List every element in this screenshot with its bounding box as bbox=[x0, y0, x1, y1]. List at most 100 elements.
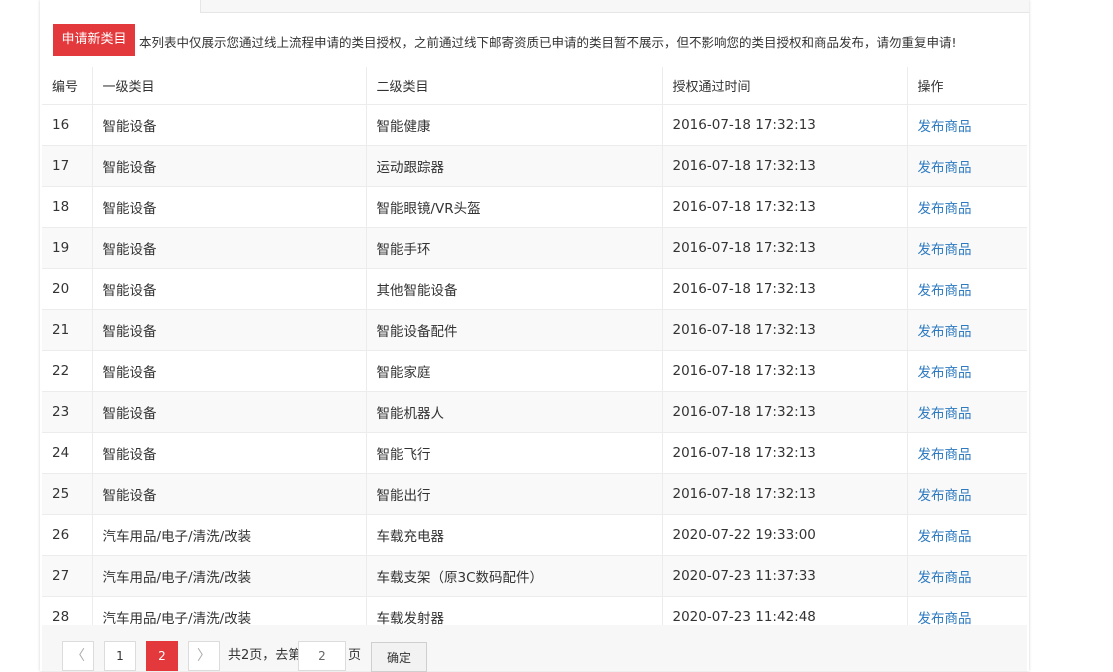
chevron-right-icon: 〉 bbox=[197, 648, 211, 664]
cell-auth-time: 2020-07-23 11:37:33 bbox=[662, 555, 908, 597]
cell-action: 发布商品 bbox=[907, 104, 1027, 146]
publish-product-link[interactable]: 发布商品 bbox=[918, 324, 972, 340]
cell-action: 发布商品 bbox=[907, 432, 1027, 474]
confirm-goto-button[interactable]: 确定 bbox=[371, 642, 427, 672]
table-row: 21 智能设备 智能设备配件 2016-07-18 17:32:13 发布商品 bbox=[42, 309, 1027, 351]
cell-id: 21 bbox=[42, 309, 93, 351]
publish-product-link[interactable]: 发布商品 bbox=[918, 447, 972, 463]
cell-category-1: 智能设备 bbox=[92, 432, 367, 474]
header-auth-time: 授权通过时间 bbox=[662, 67, 908, 105]
cell-id: 20 bbox=[42, 268, 93, 310]
category-auth-panel: 申请新类目 本列表中仅展示您通过线上流程申请的类目授权，之前通过线下邮寄资质已申… bbox=[40, 0, 1029, 672]
cell-category-2: 智能飞行 bbox=[366, 432, 663, 474]
cell-auth-time: 2016-07-18 17:32:13 bbox=[662, 227, 908, 269]
cell-action: 发布商品 bbox=[907, 473, 1027, 515]
cell-action: 发布商品 bbox=[907, 145, 1027, 187]
cell-id: 17 bbox=[42, 145, 93, 187]
cell-id: 25 bbox=[42, 473, 93, 515]
cell-id: 19 bbox=[42, 227, 93, 269]
publish-product-link[interactable]: 发布商品 bbox=[918, 242, 972, 258]
cell-auth-time: 2016-07-18 17:32:13 bbox=[662, 268, 908, 310]
top-tab-strip bbox=[40, 0, 1029, 13]
active-tab[interactable] bbox=[40, 0, 201, 13]
page-suffix-text: 页 bbox=[348, 648, 362, 663]
cell-category-2: 智能设备配件 bbox=[366, 309, 663, 351]
header-id: 编号 bbox=[42, 67, 93, 105]
publish-product-link[interactable]: 发布商品 bbox=[918, 406, 972, 422]
header-action: 操作 bbox=[907, 67, 1027, 105]
table-row: 27 汽车用品/电子/清洗/改装 车载支架（原3C数码配件） 2020-07-23 1… bbox=[42, 555, 1027, 597]
cell-action: 发布商品 bbox=[907, 186, 1027, 228]
table-row: 18 智能设备 智能眼镜/VR头盔 2016-07-18 17:32:13 发布商品 bbox=[42, 186, 1027, 228]
table-row: 16 智能设备 智能健康 2016-07-18 17:32:13 发布商品 bbox=[42, 104, 1027, 146]
cell-category-1: 智能设备 bbox=[92, 391, 367, 433]
publish-product-link[interactable]: 发布商品 bbox=[918, 570, 972, 586]
apply-new-category-button[interactable]: 申请新类目 bbox=[53, 24, 135, 56]
cell-auth-time: 2016-07-18 17:32:13 bbox=[662, 391, 908, 433]
table-row: 20 智能设备 其他智能设备 2016-07-18 17:32:13 发布商品 bbox=[42, 268, 1027, 310]
cell-action: 发布商品 bbox=[907, 227, 1027, 269]
cell-auth-time: 2020-07-22 19:33:00 bbox=[662, 514, 908, 556]
cell-category-1: 汽车用品/电子/清洗/改装 bbox=[92, 555, 367, 597]
cell-category-1: 智能设备 bbox=[92, 145, 367, 187]
cell-auth-time: 2016-07-18 17:32:13 bbox=[662, 350, 908, 392]
cell-category-2: 智能机器人 bbox=[366, 391, 663, 433]
notice-bar: 申请新类目 本列表中仅展示您通过线上流程申请的类目授权，之前通过线下邮寄资质已申… bbox=[42, 13, 1027, 68]
cell-category-2: 运动跟踪器 bbox=[366, 145, 663, 187]
cell-category-1: 智能设备 bbox=[92, 104, 367, 146]
cell-id: 24 bbox=[42, 432, 93, 474]
cell-category-1: 智能设备 bbox=[92, 227, 367, 269]
notice-text: 本列表中仅展示您通过线上流程申请的类目授权，之前通过线下邮寄资质已申请的类目暂不… bbox=[139, 35, 957, 50]
cell-category-1: 智能设备 bbox=[92, 268, 367, 310]
cell-id: 23 bbox=[42, 391, 93, 433]
pagination: 〈 1 2 〉 共2页，去第 页 确定 bbox=[42, 625, 1027, 672]
cell-category-1: 智能设备 bbox=[92, 309, 367, 351]
header-category-2: 二级类目 bbox=[366, 67, 663, 105]
cell-category-2: 车载充电器 bbox=[366, 514, 663, 556]
cell-category-2: 车载支架（原3C数码配件） bbox=[366, 555, 663, 597]
publish-product-link[interactable]: 发布商品 bbox=[918, 119, 972, 135]
cell-id: 18 bbox=[42, 186, 93, 228]
table-row: 24 智能设备 智能飞行 2016-07-18 17:32:13 发布商品 bbox=[42, 432, 1027, 474]
cell-auth-time: 2016-07-18 17:32:13 bbox=[662, 145, 908, 187]
cell-category-2: 智能家庭 bbox=[366, 350, 663, 392]
table-row: 25 智能设备 智能出行 2016-07-18 17:32:13 发布商品 bbox=[42, 473, 1027, 515]
header-category-1: 一级类目 bbox=[92, 67, 367, 105]
page-1-button[interactable]: 1 bbox=[104, 641, 136, 671]
cell-category-2: 智能眼镜/VR头盔 bbox=[366, 186, 663, 228]
cell-category-2: 智能健康 bbox=[366, 104, 663, 146]
cell-id: 27 bbox=[42, 555, 93, 597]
cell-category-2: 智能出行 bbox=[366, 473, 663, 515]
cell-category-1: 智能设备 bbox=[92, 473, 367, 515]
goto-page-input[interactable] bbox=[298, 641, 346, 671]
table-row: 26 汽车用品/电子/清洗/改装 车载充电器 2020-07-22 19:33:00 发… bbox=[42, 514, 1027, 556]
cell-category-1: 智能设备 bbox=[92, 350, 367, 392]
chevron-left-icon: 〈 bbox=[71, 648, 85, 664]
total-pages-text: 共2页，去第 bbox=[228, 648, 302, 663]
publish-product-link[interactable]: 发布商品 bbox=[918, 283, 972, 299]
next-page-button[interactable]: 〉 bbox=[188, 641, 220, 671]
publish-product-link[interactable]: 发布商品 bbox=[918, 529, 972, 545]
publish-product-link[interactable]: 发布商品 bbox=[918, 488, 972, 504]
page-2-button[interactable]: 2 bbox=[146, 641, 178, 671]
cell-action: 发布商品 bbox=[907, 350, 1027, 392]
cell-auth-time: 2016-07-18 17:32:13 bbox=[662, 104, 908, 146]
table-row: 23 智能设备 智能机器人 2016-07-18 17:32:13 发布商品 bbox=[42, 391, 1027, 433]
cell-category-2: 其他智能设备 bbox=[366, 268, 663, 310]
cell-category-2: 智能手环 bbox=[366, 227, 663, 269]
publish-product-link[interactable]: 发布商品 bbox=[918, 160, 972, 176]
cell-action: 发布商品 bbox=[907, 309, 1027, 351]
cell-action: 发布商品 bbox=[907, 268, 1027, 310]
category-table: 编号 一级类目 二级类目 授权通过时间 操作 16 智能设备 智能健康 2016-07… bbox=[42, 67, 1027, 638]
cell-auth-time: 2016-07-18 17:32:13 bbox=[662, 186, 908, 228]
table-header-row: 编号 一级类目 二级类目 授权通过时间 操作 bbox=[42, 67, 1027, 105]
table-row: 19 智能设备 智能手环 2016-07-18 17:32:13 发布商品 bbox=[42, 227, 1027, 269]
cell-id: 16 bbox=[42, 104, 93, 146]
cell-id: 22 bbox=[42, 350, 93, 392]
cell-auth-time: 2016-07-18 17:32:13 bbox=[662, 432, 908, 474]
prev-page-button[interactable]: 〈 bbox=[62, 641, 94, 671]
cell-id: 26 bbox=[42, 514, 93, 556]
cell-category-1: 汽车用品/电子/清洗/改装 bbox=[92, 514, 367, 556]
publish-product-link[interactable]: 发布商品 bbox=[918, 201, 972, 217]
publish-product-link[interactable]: 发布商品 bbox=[918, 365, 972, 381]
